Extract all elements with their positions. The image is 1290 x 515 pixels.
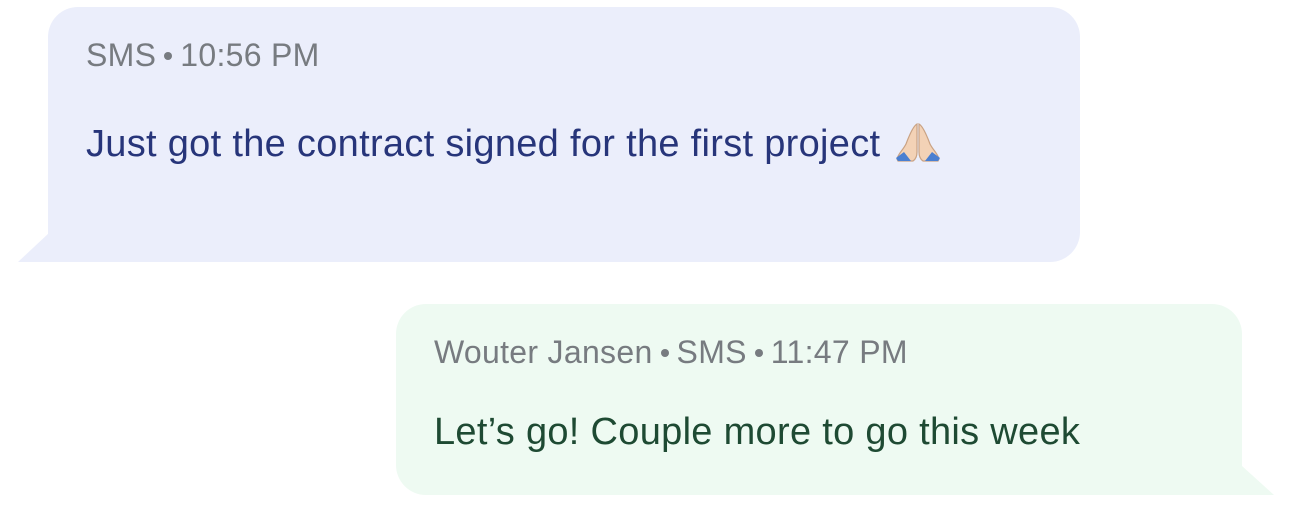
incoming-message-bubble[interactable]: SMS 10:56 PM Just got the contract signed… (48, 7, 1080, 262)
outgoing-message-text: Let’s go! Couple more to go this week (434, 411, 1081, 453)
incoming-message-channel: SMS (86, 37, 157, 73)
separator-dot-icon (754, 348, 763, 357)
message-thread: SMS 10:56 PM Just got the contract signed… (0, 0, 1290, 515)
outgoing-message-bubble[interactable]: Wouter Jansen SMS 11:47 PM Let’s go! Coupl… (396, 304, 1242, 495)
outgoing-message-sender: Wouter Jansen (434, 334, 653, 370)
incoming-bubble-tail (18, 233, 49, 262)
separator-dot-icon (164, 51, 173, 60)
outgoing-bubble-tail (1242, 466, 1274, 495)
incoming-message-meta: SMS 10:56 PM (86, 35, 1042, 75)
incoming-message-body: Just got the contract signed for the fir… (86, 113, 946, 175)
outgoing-message-meta: Wouter Jansen SMS 11:47 PM (434, 332, 1204, 372)
outgoing-message-channel: SMS (676, 334, 747, 370)
folded-hands-icon (896, 123, 941, 162)
outgoing-message-body: Let’s go! Couple more to go this week (434, 408, 1204, 456)
incoming-message-time: 10:56 PM (180, 37, 320, 73)
outgoing-message-time: 11:47 PM (770, 334, 908, 370)
incoming-message-text: Just got the contract signed for the fir… (86, 123, 881, 165)
separator-dot-icon (660, 348, 669, 357)
